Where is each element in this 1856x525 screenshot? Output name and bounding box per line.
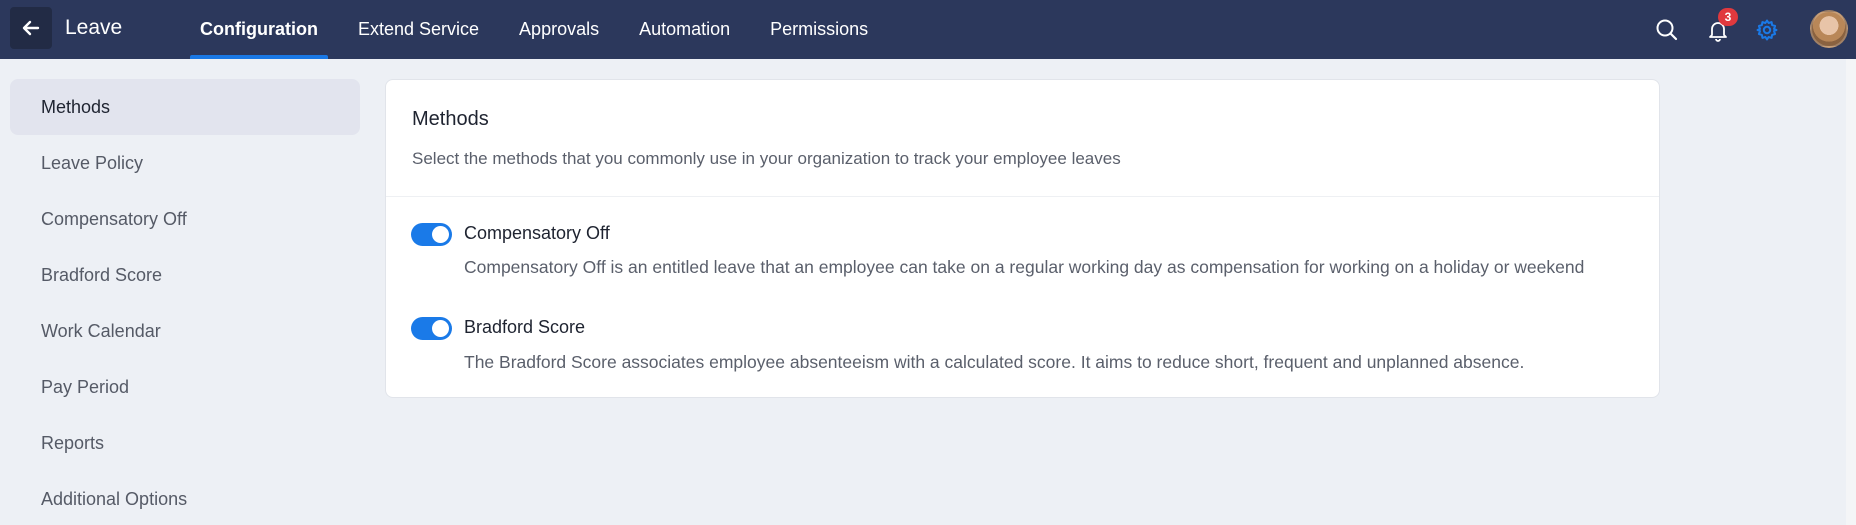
card-description: Select the methods that you commonly use… (412, 149, 1121, 168)
card-title: Methods (412, 108, 489, 130)
gear-icon (1756, 19, 1778, 41)
sidebar: Methods Leave Policy Compensatory Off Br… (10, 79, 360, 525)
app-title: Leave (65, 16, 123, 39)
notification-count-badge: 3 (1718, 8, 1738, 26)
option-title-compensatory-off: Compensatory Off (464, 223, 610, 243)
search-icon (1656, 19, 1678, 41)
sidebar-item-methods[interactable]: Methods (10, 79, 360, 135)
top-navigation-bar: Leave Configuration Extend Service Appro… (0, 0, 1856, 59)
tab-approvals[interactable]: Approvals (509, 0, 609, 59)
scrollbar-track[interactable] (1846, 59, 1856, 525)
sidebar-item-bradford-score[interactable]: Bradford Score (10, 247, 360, 303)
option-description-bradford-score: The Bradford Score associates employee a… (464, 352, 1525, 372)
tab-extend-service[interactable]: Extend Service (348, 0, 489, 59)
back-button[interactable] (10, 7, 52, 49)
tab-permissions[interactable]: Permissions (760, 0, 878, 59)
divider (386, 196, 1659, 197)
settings-button[interactable] (1752, 15, 1782, 45)
bradford-score-toggle[interactable] (411, 317, 452, 340)
sidebar-item-reports[interactable]: Reports (10, 415, 360, 471)
user-avatar[interactable] (1810, 10, 1848, 48)
back-arrow-icon (22, 20, 40, 36)
sidebar-item-compensatory-off[interactable]: Compensatory Off (10, 191, 360, 247)
compensatory-off-toggle[interactable] (411, 223, 452, 246)
sidebar-item-work-calendar[interactable]: Work Calendar (10, 303, 360, 359)
sidebar-item-additional-options[interactable]: Additional Options (10, 471, 360, 525)
option-title-bradford-score: Bradford Score (464, 317, 586, 337)
tab-bar: Configuration Extend Service Approvals A… (190, 0, 898, 59)
search-button[interactable] (1652, 15, 1682, 45)
tab-configuration[interactable]: Configuration (190, 0, 328, 59)
option-description-compensatory-off: Compensatory Off is an entitled leave th… (464, 257, 1585, 277)
methods-card: Methods Select the methods that you comm… (385, 79, 1660, 398)
tab-automation[interactable]: Automation (629, 0, 740, 59)
sidebar-item-leave-policy[interactable]: Leave Policy (10, 135, 360, 191)
sidebar-item-pay-period[interactable]: Pay Period (10, 359, 360, 415)
